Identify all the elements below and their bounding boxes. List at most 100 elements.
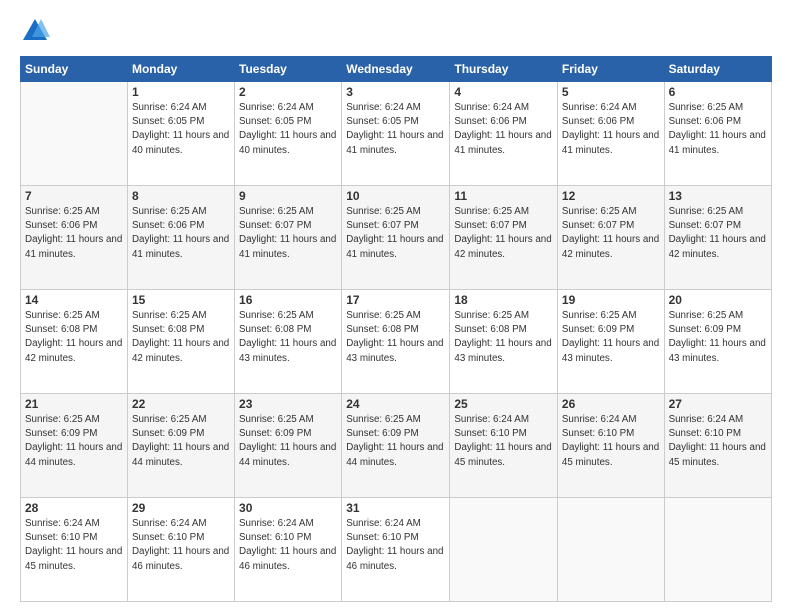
- calendar-header-row: SundayMondayTuesdayWednesdayThursdayFrid…: [21, 57, 772, 82]
- day-number: 13: [669, 189, 767, 203]
- calendar-cell: [664, 498, 771, 602]
- calendar-cell: 11 Sunrise: 6:25 AMSunset: 6:07 PMDaylig…: [450, 186, 558, 290]
- day-info: Sunrise: 6:25 AMSunset: 6:09 PMDaylight:…: [132, 413, 230, 470]
- week-row-4: 21 Sunrise: 6:25 AMSunset: 6:09 PMDaylig…: [21, 394, 772, 498]
- day-info: Sunrise: 6:25 AMSunset: 6:06 PMDaylight:…: [25, 205, 123, 262]
- day-number: 1: [132, 85, 230, 99]
- day-number: 14: [25, 293, 123, 307]
- calendar: SundayMondayTuesdayWednesdayThursdayFrid…: [20, 56, 772, 602]
- day-info: Sunrise: 6:25 AMSunset: 6:09 PMDaylight:…: [25, 413, 123, 470]
- logo-icon: [20, 16, 50, 46]
- day-info: Sunrise: 6:25 AMSunset: 6:07 PMDaylight:…: [454, 205, 553, 262]
- calendar-cell: 8 Sunrise: 6:25 AMSunset: 6:06 PMDayligh…: [127, 186, 234, 290]
- day-header-thursday: Thursday: [450, 57, 558, 82]
- calendar-cell: 22 Sunrise: 6:25 AMSunset: 6:09 PMDaylig…: [127, 394, 234, 498]
- day-number: 10: [346, 189, 445, 203]
- day-info: Sunrise: 6:24 AMSunset: 6:10 PMDaylight:…: [669, 413, 767, 470]
- day-header-saturday: Saturday: [664, 57, 771, 82]
- day-number: 23: [239, 397, 337, 411]
- day-number: 30: [239, 501, 337, 515]
- day-info: Sunrise: 6:25 AMSunset: 6:06 PMDaylight:…: [132, 205, 230, 262]
- day-number: 5: [562, 85, 660, 99]
- day-number: 11: [454, 189, 553, 203]
- calendar-cell: 20 Sunrise: 6:25 AMSunset: 6:09 PMDaylig…: [664, 290, 771, 394]
- day-number: 29: [132, 501, 230, 515]
- calendar-cell: 10 Sunrise: 6:25 AMSunset: 6:07 PMDaylig…: [342, 186, 450, 290]
- day-info: Sunrise: 6:25 AMSunset: 6:08 PMDaylight:…: [25, 309, 123, 366]
- calendar-cell: 2 Sunrise: 6:24 AMSunset: 6:05 PMDayligh…: [235, 82, 342, 186]
- header: [20, 16, 772, 46]
- calendar-cell: 28 Sunrise: 6:24 AMSunset: 6:10 PMDaylig…: [21, 498, 128, 602]
- day-number: 25: [454, 397, 553, 411]
- calendar-cell: 3 Sunrise: 6:24 AMSunset: 6:05 PMDayligh…: [342, 82, 450, 186]
- calendar-cell: 1 Sunrise: 6:24 AMSunset: 6:05 PMDayligh…: [127, 82, 234, 186]
- day-number: 19: [562, 293, 660, 307]
- calendar-cell: 18 Sunrise: 6:25 AMSunset: 6:08 PMDaylig…: [450, 290, 558, 394]
- day-info: Sunrise: 6:24 AMSunset: 6:10 PMDaylight:…: [346, 517, 445, 574]
- day-number: 8: [132, 189, 230, 203]
- calendar-cell: 17 Sunrise: 6:25 AMSunset: 6:08 PMDaylig…: [342, 290, 450, 394]
- calendar-cell: 31 Sunrise: 6:24 AMSunset: 6:10 PMDaylig…: [342, 498, 450, 602]
- day-info: Sunrise: 6:25 AMSunset: 6:09 PMDaylight:…: [239, 413, 337, 470]
- day-info: Sunrise: 6:25 AMSunset: 6:07 PMDaylight:…: [562, 205, 660, 262]
- calendar-cell: 12 Sunrise: 6:25 AMSunset: 6:07 PMDaylig…: [557, 186, 664, 290]
- day-number: 31: [346, 501, 445, 515]
- day-info: Sunrise: 6:24 AMSunset: 6:05 PMDaylight:…: [239, 101, 337, 158]
- day-number: 28: [25, 501, 123, 515]
- day-info: Sunrise: 6:24 AMSunset: 6:05 PMDaylight:…: [132, 101, 230, 158]
- day-number: 12: [562, 189, 660, 203]
- day-number: 18: [454, 293, 553, 307]
- calendar-cell: 24 Sunrise: 6:25 AMSunset: 6:09 PMDaylig…: [342, 394, 450, 498]
- day-number: 21: [25, 397, 123, 411]
- day-info: Sunrise: 6:24 AMSunset: 6:10 PMDaylight:…: [562, 413, 660, 470]
- day-info: Sunrise: 6:25 AMSunset: 6:09 PMDaylight:…: [346, 413, 445, 470]
- day-number: 26: [562, 397, 660, 411]
- day-info: Sunrise: 6:24 AMSunset: 6:05 PMDaylight:…: [346, 101, 445, 158]
- day-header-tuesday: Tuesday: [235, 57, 342, 82]
- day-info: Sunrise: 6:25 AMSunset: 6:06 PMDaylight:…: [669, 101, 767, 158]
- day-number: 24: [346, 397, 445, 411]
- day-info: Sunrise: 6:25 AMSunset: 6:09 PMDaylight:…: [562, 309, 660, 366]
- day-info: Sunrise: 6:24 AMSunset: 6:06 PMDaylight:…: [562, 101, 660, 158]
- calendar-cell: 21 Sunrise: 6:25 AMSunset: 6:09 PMDaylig…: [21, 394, 128, 498]
- day-info: Sunrise: 6:25 AMSunset: 6:07 PMDaylight:…: [239, 205, 337, 262]
- day-header-sunday: Sunday: [21, 57, 128, 82]
- day-info: Sunrise: 6:25 AMSunset: 6:07 PMDaylight:…: [669, 205, 767, 262]
- logo: [20, 16, 54, 46]
- day-number: 16: [239, 293, 337, 307]
- day-header-friday: Friday: [557, 57, 664, 82]
- calendar-cell: 6 Sunrise: 6:25 AMSunset: 6:06 PMDayligh…: [664, 82, 771, 186]
- day-number: 15: [132, 293, 230, 307]
- calendar-cell: [557, 498, 664, 602]
- day-number: 6: [669, 85, 767, 99]
- week-row-2: 7 Sunrise: 6:25 AMSunset: 6:06 PMDayligh…: [21, 186, 772, 290]
- day-info: Sunrise: 6:24 AMSunset: 6:10 PMDaylight:…: [25, 517, 123, 574]
- calendar-cell: 15 Sunrise: 6:25 AMSunset: 6:08 PMDaylig…: [127, 290, 234, 394]
- day-number: 4: [454, 85, 553, 99]
- calendar-cell: 16 Sunrise: 6:25 AMSunset: 6:08 PMDaylig…: [235, 290, 342, 394]
- week-row-3: 14 Sunrise: 6:25 AMSunset: 6:08 PMDaylig…: [21, 290, 772, 394]
- calendar-cell: 19 Sunrise: 6:25 AMSunset: 6:09 PMDaylig…: [557, 290, 664, 394]
- page: SundayMondayTuesdayWednesdayThursdayFrid…: [0, 0, 792, 612]
- calendar-cell: 7 Sunrise: 6:25 AMSunset: 6:06 PMDayligh…: [21, 186, 128, 290]
- week-row-5: 28 Sunrise: 6:24 AMSunset: 6:10 PMDaylig…: [21, 498, 772, 602]
- calendar-cell: [450, 498, 558, 602]
- day-number: 17: [346, 293, 445, 307]
- calendar-cell: 5 Sunrise: 6:24 AMSunset: 6:06 PMDayligh…: [557, 82, 664, 186]
- day-number: 27: [669, 397, 767, 411]
- day-info: Sunrise: 6:24 AMSunset: 6:10 PMDaylight:…: [239, 517, 337, 574]
- calendar-cell: 29 Sunrise: 6:24 AMSunset: 6:10 PMDaylig…: [127, 498, 234, 602]
- day-info: Sunrise: 6:25 AMSunset: 6:08 PMDaylight:…: [239, 309, 337, 366]
- day-number: 2: [239, 85, 337, 99]
- calendar-cell: 27 Sunrise: 6:24 AMSunset: 6:10 PMDaylig…: [664, 394, 771, 498]
- day-header-wednesday: Wednesday: [342, 57, 450, 82]
- day-header-monday: Monday: [127, 57, 234, 82]
- calendar-cell: 23 Sunrise: 6:25 AMSunset: 6:09 PMDaylig…: [235, 394, 342, 498]
- day-number: 9: [239, 189, 337, 203]
- calendar-cell: 30 Sunrise: 6:24 AMSunset: 6:10 PMDaylig…: [235, 498, 342, 602]
- day-number: 22: [132, 397, 230, 411]
- day-info: Sunrise: 6:25 AMSunset: 6:08 PMDaylight:…: [454, 309, 553, 366]
- day-number: 7: [25, 189, 123, 203]
- day-info: Sunrise: 6:25 AMSunset: 6:07 PMDaylight:…: [346, 205, 445, 262]
- day-number: 3: [346, 85, 445, 99]
